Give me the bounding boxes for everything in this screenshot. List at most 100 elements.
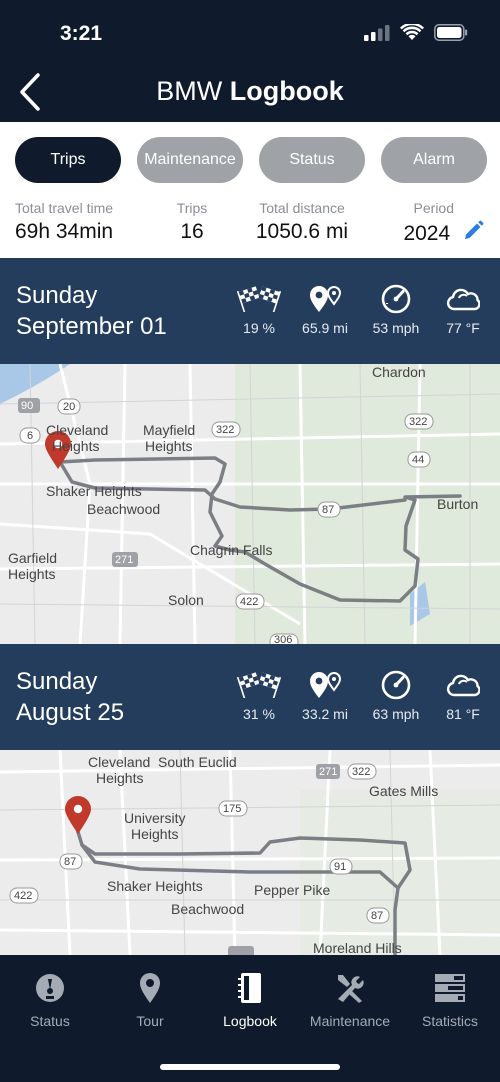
stat-period[interactable]: Period 2024	[403, 200, 484, 246]
trip-score: 31 %	[224, 670, 294, 722]
road-shield: 422	[240, 596, 259, 608]
wrench-screwdriver-icon	[338, 975, 364, 1003]
tab-trips[interactable]: Trips	[15, 137, 121, 183]
trip-day: Sunday	[16, 282, 98, 309]
status-time: 3:21	[60, 22, 103, 45]
map-place-label: Heights	[96, 770, 144, 786]
nav-label: Tour	[136, 1013, 164, 1029]
road-shield: 90	[21, 400, 34, 412]
summary-panel: Trips Maintenance Status Alarm Total tra…	[0, 122, 500, 258]
nav-label: Status	[30, 1013, 70, 1029]
map-place-label: Moreland Hills	[313, 940, 402, 955]
map-place-label: Cleveland	[88, 754, 151, 770]
trip-date-text: September 01	[16, 313, 167, 340]
road-shield: 87	[371, 910, 384, 922]
trip-distance-value: 33.2 mi	[302, 706, 348, 722]
road-shield: 44	[412, 454, 425, 466]
map-place-label: Heights	[145, 438, 193, 454]
road-shield: 87	[64, 856, 77, 868]
stat-travel-time: Total travel time 69h 34min	[15, 200, 113, 244]
road-shield: 322	[352, 766, 371, 778]
trip-weather-value: 77 °F	[446, 320, 480, 336]
nav-statistics[interactable]: Statistics	[400, 971, 500, 1029]
nav-tour[interactable]: Tour	[100, 971, 200, 1029]
title-brand: BMW	[156, 76, 223, 106]
checkered-flags-icon	[237, 672, 281, 698]
nav-maintenance[interactable]: Maintenance	[300, 971, 400, 1029]
status-icons	[364, 24, 468, 41]
stat-label: Total distance	[259, 200, 345, 216]
nav-label: Maintenance	[309, 1013, 391, 1029]
map-place-label: Beachwood	[171, 901, 245, 917]
road-shield: 271	[319, 766, 338, 778]
edit-pencil-icon[interactable]	[462, 220, 484, 242]
cellular-signal-icon	[364, 24, 390, 41]
stat-value: 16	[180, 220, 204, 243]
title-main: Logbook	[229, 76, 344, 106]
trip-speed-value: 53 mph	[372, 320, 420, 336]
trip-distance: 65.9 mi	[290, 284, 360, 336]
home-indicator[interactable]	[160, 1064, 340, 1070]
map-place-label: Mayfield	[143, 422, 196, 438]
map-place-label: University	[124, 810, 186, 826]
speedometer-icon	[381, 284, 411, 314]
wifi-icon	[400, 24, 424, 40]
trip-score: 19 %	[224, 284, 294, 336]
cloud-icon	[446, 288, 480, 311]
map-place-label: Shaker Heights	[107, 878, 203, 894]
map-place-label: Solon	[168, 592, 204, 608]
road-shield: 91	[334, 861, 347, 873]
road-shield: 322	[216, 424, 235, 436]
nav-status[interactable]: Status	[0, 971, 100, 1029]
map-place-label: Chardon	[372, 364, 426, 380]
stat-label: Period	[413, 200, 454, 216]
road-shield: 271	[115, 554, 134, 566]
map-place-label: Beachwood	[87, 501, 161, 517]
nav-logbook[interactable]: Logbook	[200, 971, 300, 1029]
trip-weather-value: 81 °F	[446, 706, 480, 722]
road-shield: 87	[322, 504, 335, 516]
map-place-label: Heights	[8, 566, 56, 582]
location-pin-icon	[140, 973, 160, 1003]
stat-label: Trips	[176, 200, 208, 216]
map-place-label: Shaker Heights	[46, 483, 142, 499]
trip-day: Sunday	[16, 668, 98, 695]
tab-maintenance[interactable]: Maintenance	[137, 137, 243, 183]
trip-header[interactable]: Sunday September 01 19 % 65.9 mi 53 mph …	[0, 258, 500, 364]
tab-alarm[interactable]: Alarm	[381, 137, 487, 183]
trip-distance: 33.2 mi	[290, 670, 360, 722]
battery-icon	[434, 24, 468, 41]
trip-header[interactable]: Sunday August 25 31 % 33.2 mi 63 mph 81 …	[0, 644, 500, 750]
map-place-label: Chagrin Falls	[190, 542, 273, 558]
map-canvas	[0, 750, 500, 955]
map-place-label: Cleveland	[46, 422, 109, 438]
trip-speed-value: 63 mph	[372, 706, 420, 722]
trip-map[interactable]: 90 20 6 322 322 44 87 271 422 306 Chardo…	[0, 364, 500, 644]
cloud-icon	[446, 674, 480, 697]
map-place-label: Gates Mills	[369, 783, 439, 799]
map-place-label: Heights	[52, 438, 100, 454]
trip-score-value: 19 %	[243, 320, 275, 336]
stat-total-distance: Total distance 1050.6 mi	[246, 200, 358, 244]
bottom-nav: Status Tour Logbook Maintenance Statisti…	[0, 955, 500, 1082]
stat-label: Total travel time	[15, 200, 114, 216]
stat-value[interactable]: 2024	[403, 220, 484, 246]
trip-date: Sunday August 25	[16, 666, 124, 728]
road-shield: 175	[223, 803, 242, 815]
road-shield: 422	[14, 890, 33, 902]
trip-map[interactable]: 271 322 175 91 87 87 422 Cleveland Heigh…	[0, 750, 500, 955]
checkered-flags-icon	[237, 286, 281, 312]
map-place-label: South Euclid	[158, 754, 237, 770]
period-year: 2024	[403, 222, 451, 245]
tab-bar: Trips Maintenance Status Alarm	[15, 137, 487, 183]
trip-weather: 81 °F	[428, 670, 498, 722]
route-pins-icon	[310, 286, 342, 312]
tab-status[interactable]: Status	[259, 137, 365, 183]
statistics-icon	[435, 974, 465, 1002]
gauge-icon	[36, 974, 64, 1002]
trip-speed: 63 mph	[361, 670, 431, 722]
stat-value: 69h 34min	[15, 220, 114, 243]
trip-weather: 77 °F	[428, 284, 498, 336]
map-place-label: Garfield	[8, 550, 58, 566]
trip-date-text: August 25	[16, 699, 125, 726]
